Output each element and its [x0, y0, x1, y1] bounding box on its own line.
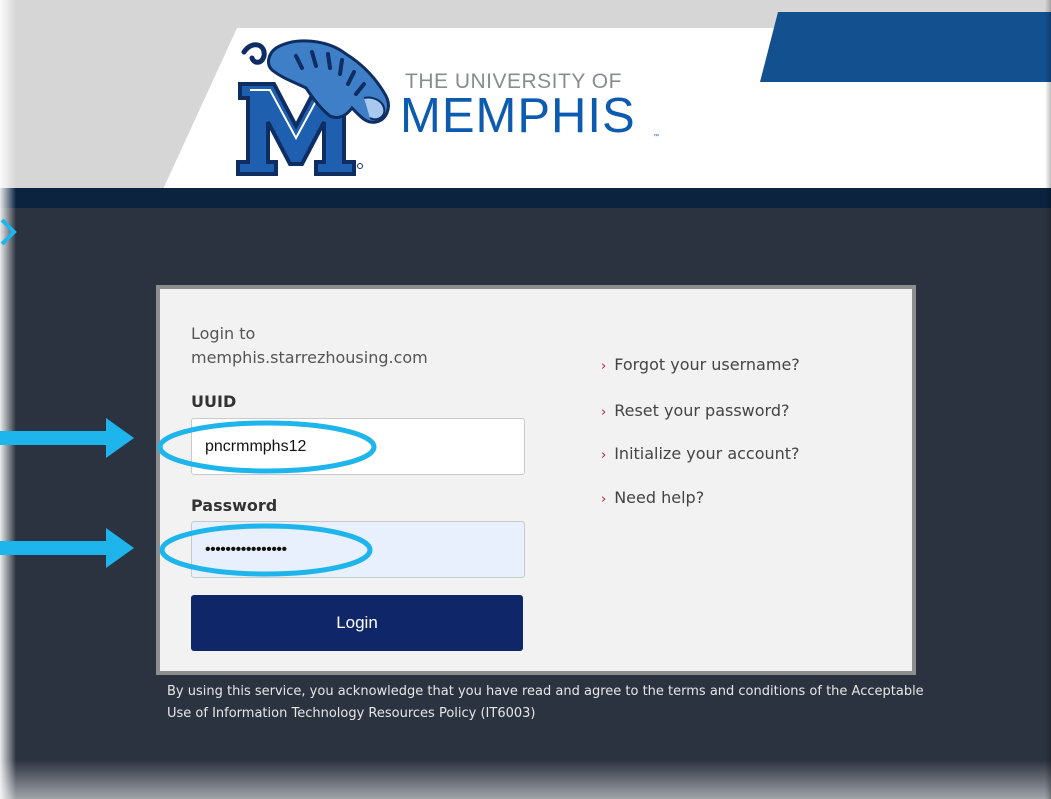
login-button[interactable]: Login	[191, 595, 523, 651]
tiger-m-logo	[236, 39, 390, 176]
policy-notice: By using this service, you acknowledge t…	[167, 684, 924, 721]
chevron-right-icon: ›	[601, 405, 607, 420]
link-label: Reset your password?	[614, 401, 790, 420]
need-help-link[interactable]: › Need help?	[601, 488, 704, 507]
login-heading-line1: Login to	[191, 324, 256, 343]
logo-wordmark-line2: MEMPHIS	[400, 89, 636, 143]
page: THE UNIVERSITY OF MEMPHIS ™ Login to mem…	[0, 0, 1051, 799]
password-label: Password	[191, 496, 278, 515]
login-heading-site: memphis.starrezhousing.com	[191, 348, 428, 367]
right-edge-shadow	[1045, 0, 1051, 799]
header-accent-bar	[760, 12, 1051, 82]
initialize-account-link[interactable]: › Initialize your account?	[601, 444, 800, 463]
header-divider	[0, 188, 1051, 208]
chevron-right-icon: ›	[601, 359, 607, 374]
uuid-input[interactable]: pncrmmphs12	[191, 418, 525, 475]
password-input[interactable]: ••••••••••••••••	[191, 521, 525, 578]
reset-password-link[interactable]: › Reset your password?	[601, 401, 790, 420]
link-label: Forgot your username?	[614, 355, 800, 374]
chevron-right-icon: ›	[601, 448, 607, 463]
login-heading: Login to memphis.starrezhousing.com	[191, 322, 511, 370]
left-edge-fade	[0, 0, 16, 799]
chevron-right-icon: ›	[601, 492, 607, 507]
forgot-username-link[interactable]: › Forgot your username?	[601, 355, 800, 374]
logo-trademark: ™	[653, 134, 659, 140]
bottom-edge-fade	[0, 760, 1051, 799]
link-label: Need help?	[614, 488, 705, 507]
uuid-label: UUID	[191, 392, 237, 411]
link-label: Initialize your account?	[614, 444, 800, 463]
